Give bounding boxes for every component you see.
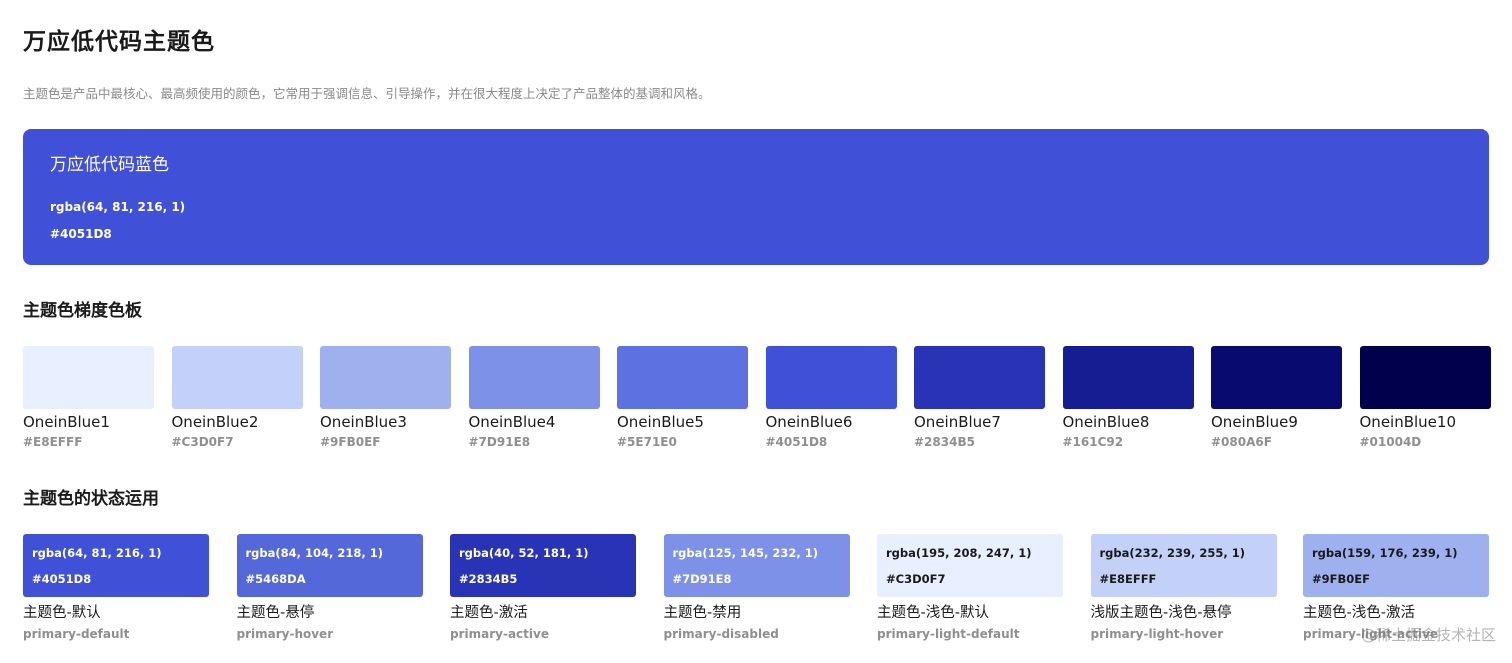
state-name: 主题色-悬停 xyxy=(236,605,315,621)
palette-swatch: OneinBlue9 #080A6F xyxy=(1211,346,1342,456)
swatch-color-chip xyxy=(23,346,154,409)
hero-color-rgba: rgba(64, 81, 216, 1) xyxy=(50,200,186,214)
state-item: rgba(40, 52, 181, 1) #2834B5 主题色-激活 prim… xyxy=(450,534,636,644)
state-item: rgba(125, 145, 232, 1) #7D91E8 主题色-禁用 pr… xyxy=(663,534,850,644)
state-rgba: rgba(40, 52, 181, 1) xyxy=(459,546,589,560)
swatch-color-chip xyxy=(914,346,1045,409)
swatch-name: OneinBlue3 xyxy=(320,413,407,431)
swatch-name: OneinBlue9 xyxy=(1211,413,1298,431)
state-color-card: rgba(40, 52, 181, 1) #2834B5 xyxy=(450,534,636,597)
swatch-color-chip xyxy=(1062,346,1194,409)
state-token: primary-disabled xyxy=(663,627,779,641)
swatch-name: OneinBlue4 xyxy=(468,413,556,431)
palette-swatch: OneinBlue10 #01004D xyxy=(1359,346,1491,456)
palette-swatch: OneinBlue6 #4051D8 xyxy=(765,346,897,456)
palette-swatch: OneinBlue7 #2834B5 xyxy=(914,346,1045,456)
state-item: rgba(84, 104, 218, 1) #5468DA 主题色-悬停 pri… xyxy=(236,534,423,644)
state-rgba: rgba(64, 81, 216, 1) xyxy=(32,546,162,560)
page-title: 万应低代码主题色 xyxy=(23,29,215,55)
state-token: primary-active xyxy=(450,627,549,641)
state-item: rgba(195, 208, 247, 1) #C3D0F7 主题色-浅色-默认… xyxy=(877,534,1063,644)
state-hex: #7D91E8 xyxy=(672,572,732,586)
state-name: 主题色-默认 xyxy=(23,605,101,621)
swatch-hex: #080A6F xyxy=(1211,435,1272,449)
gradient-palette: OneinBlue1 #E8EFFF OneinBlue2 #C3D0F7 On… xyxy=(23,346,1493,456)
swatch-name: OneinBlue7 xyxy=(914,413,1001,431)
state-token: primary-light-default xyxy=(877,627,1020,641)
hero-color-hex: #4051D8 xyxy=(50,227,112,241)
theme-color-page: 万应低代码主题色 主题色是产品中最核心、最高频使用的颜色，它常用于强调信息、引导… xyxy=(0,0,1512,663)
state-rgba: rgba(195, 208, 247, 1) xyxy=(886,546,1032,560)
state-hex: #9FB0EF xyxy=(1312,572,1370,586)
palette-swatch: OneinBlue4 #7D91E8 xyxy=(468,346,600,456)
state-color-card: rgba(159, 176, 239, 1) #9FB0EF xyxy=(1303,534,1489,597)
palette-section-title: 主题色梯度色板 xyxy=(23,301,142,321)
swatch-hex: #7D91E8 xyxy=(468,435,531,449)
state-item: rgba(232, 239, 255, 1) #E8EFFF 浅版主题色-浅色-… xyxy=(1090,534,1277,644)
palette-swatch: OneinBlue8 #161C92 xyxy=(1062,346,1194,456)
swatch-color-chip xyxy=(468,346,600,409)
state-color-card: rgba(195, 208, 247, 1) #C3D0F7 xyxy=(877,534,1063,597)
state-color-card: rgba(84, 104, 218, 1) #5468DA xyxy=(236,534,423,597)
state-name: 浅版主题色-浅色-悬停 xyxy=(1090,605,1232,621)
swatch-hex: #2834B5 xyxy=(914,435,975,449)
swatch-name: OneinBlue8 xyxy=(1062,413,1150,431)
state-color-card: rgba(64, 81, 216, 1) #4051D8 xyxy=(23,534,209,597)
state-token: primary-hover xyxy=(236,627,334,641)
swatch-color-chip xyxy=(1211,346,1342,409)
state-color-card: rgba(232, 239, 255, 1) #E8EFFF xyxy=(1090,534,1277,597)
state-name: 主题色-禁用 xyxy=(663,605,742,621)
state-hex: #2834B5 xyxy=(459,572,518,586)
swatch-hex: #5E71E0 xyxy=(617,435,677,449)
state-rgba: rgba(84, 104, 218, 1) xyxy=(245,546,384,560)
state-rgba: rgba(232, 239, 255, 1) xyxy=(1099,546,1246,560)
state-name: 主题色-浅色-激活 xyxy=(1303,605,1415,621)
state-rgba: rgba(125, 145, 232, 1) xyxy=(672,546,819,560)
state-token: primary-default xyxy=(23,627,130,641)
palette-swatch: OneinBlue5 #5E71E0 xyxy=(617,346,748,456)
primary-color-hero-card: 万应低代码蓝色 rgba(64, 81, 216, 1) #4051D8 xyxy=(23,129,1489,265)
swatch-color-chip xyxy=(1359,346,1491,409)
state-hex: #4051D8 xyxy=(32,572,92,586)
swatch-name: OneinBlue5 xyxy=(617,413,704,431)
state-color-card: rgba(125, 145, 232, 1) #7D91E8 xyxy=(663,534,850,597)
state-hex: #C3D0F7 xyxy=(886,572,946,586)
site-watermark: @稀土掘金技术社区 xyxy=(1360,626,1496,644)
state-name: 主题色-激活 xyxy=(450,605,528,621)
swatch-hex: #4051D8 xyxy=(765,435,828,449)
swatch-name: OneinBlue1 xyxy=(23,413,110,431)
state-token: primary-light-hover xyxy=(1090,627,1224,641)
swatch-hex: #E8EFFF xyxy=(23,435,83,449)
swatch-hex: #9FB0EF xyxy=(320,435,381,449)
palette-swatch: OneinBlue2 #C3D0F7 xyxy=(171,346,303,456)
swatch-hex: #C3D0F7 xyxy=(171,435,234,449)
swatch-color-chip xyxy=(171,346,303,409)
swatch-hex: #161C92 xyxy=(1062,435,1124,449)
hero-color-name: 万应低代码蓝色 xyxy=(50,155,169,175)
palette-swatch: OneinBlue1 #E8EFFF xyxy=(23,346,154,456)
state-hex: #E8EFFF xyxy=(1099,572,1157,586)
swatch-name: OneinBlue10 xyxy=(1359,413,1457,431)
states-section-title: 主题色的状态运用 xyxy=(23,489,159,509)
state-item: rgba(64, 81, 216, 1) #4051D8 主题色-默认 prim… xyxy=(23,534,209,644)
palette-swatch: OneinBlue3 #9FB0EF xyxy=(320,346,451,456)
page-description: 主题色是产品中最核心、最高频使用的颜色，它常用于强调信息、引导操作，并在很大程度… xyxy=(23,86,711,101)
swatch-color-chip xyxy=(320,346,451,409)
swatch-color-chip xyxy=(765,346,897,409)
swatch-name: OneinBlue6 xyxy=(765,413,853,431)
swatch-hex: #01004D xyxy=(1359,435,1422,449)
state-hex: #5468DA xyxy=(245,572,306,586)
swatch-color-chip xyxy=(617,346,748,409)
swatch-name: OneinBlue2 xyxy=(171,413,259,431)
state-rgba: rgba(159, 176, 239, 1) xyxy=(1312,546,1458,560)
state-usage-list: rgba(64, 81, 216, 1) #4051D8 主题色-默认 prim… xyxy=(23,534,1493,644)
state-name: 主题色-浅色-默认 xyxy=(877,605,989,621)
